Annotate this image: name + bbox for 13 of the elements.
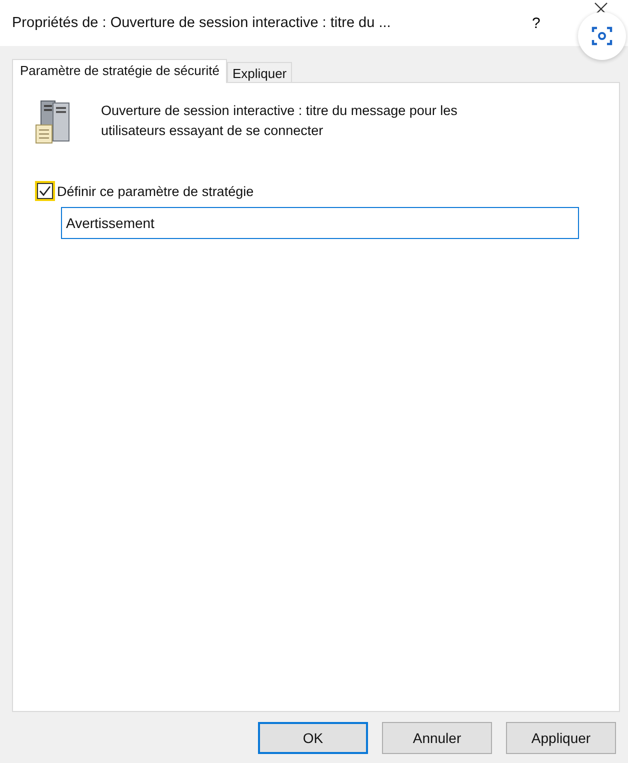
scan-icon — [590, 24, 614, 48]
tab[interactable]: Expliquer — [227, 62, 292, 82]
scan-button[interactable] — [578, 12, 626, 60]
checkbox[interactable] — [35, 181, 55, 201]
checkbox-label[interactable]: Définir ce paramètre de stratégie — [57, 184, 254, 198]
dialog-button[interactable]: Annuler — [382, 722, 492, 754]
policy-description: Ouverture de session interactive : titre du message pour les utilisateurs essayant de se connecter — [101, 102, 458, 140]
window-title: Propriétés de : Ouverture de session interactive : titre du ... — [12, 15, 392, 31]
tab[interactable]: Paramètre de stratégie de sécurité — [12, 59, 228, 83]
dialog-button[interactable]: OK — [258, 722, 368, 754]
input-field[interactable]: Avertissement — [61, 207, 579, 239]
dialog-button[interactable]: Appliquer — [506, 722, 616, 754]
help-button[interactable]: ? — [532, 14, 540, 32]
